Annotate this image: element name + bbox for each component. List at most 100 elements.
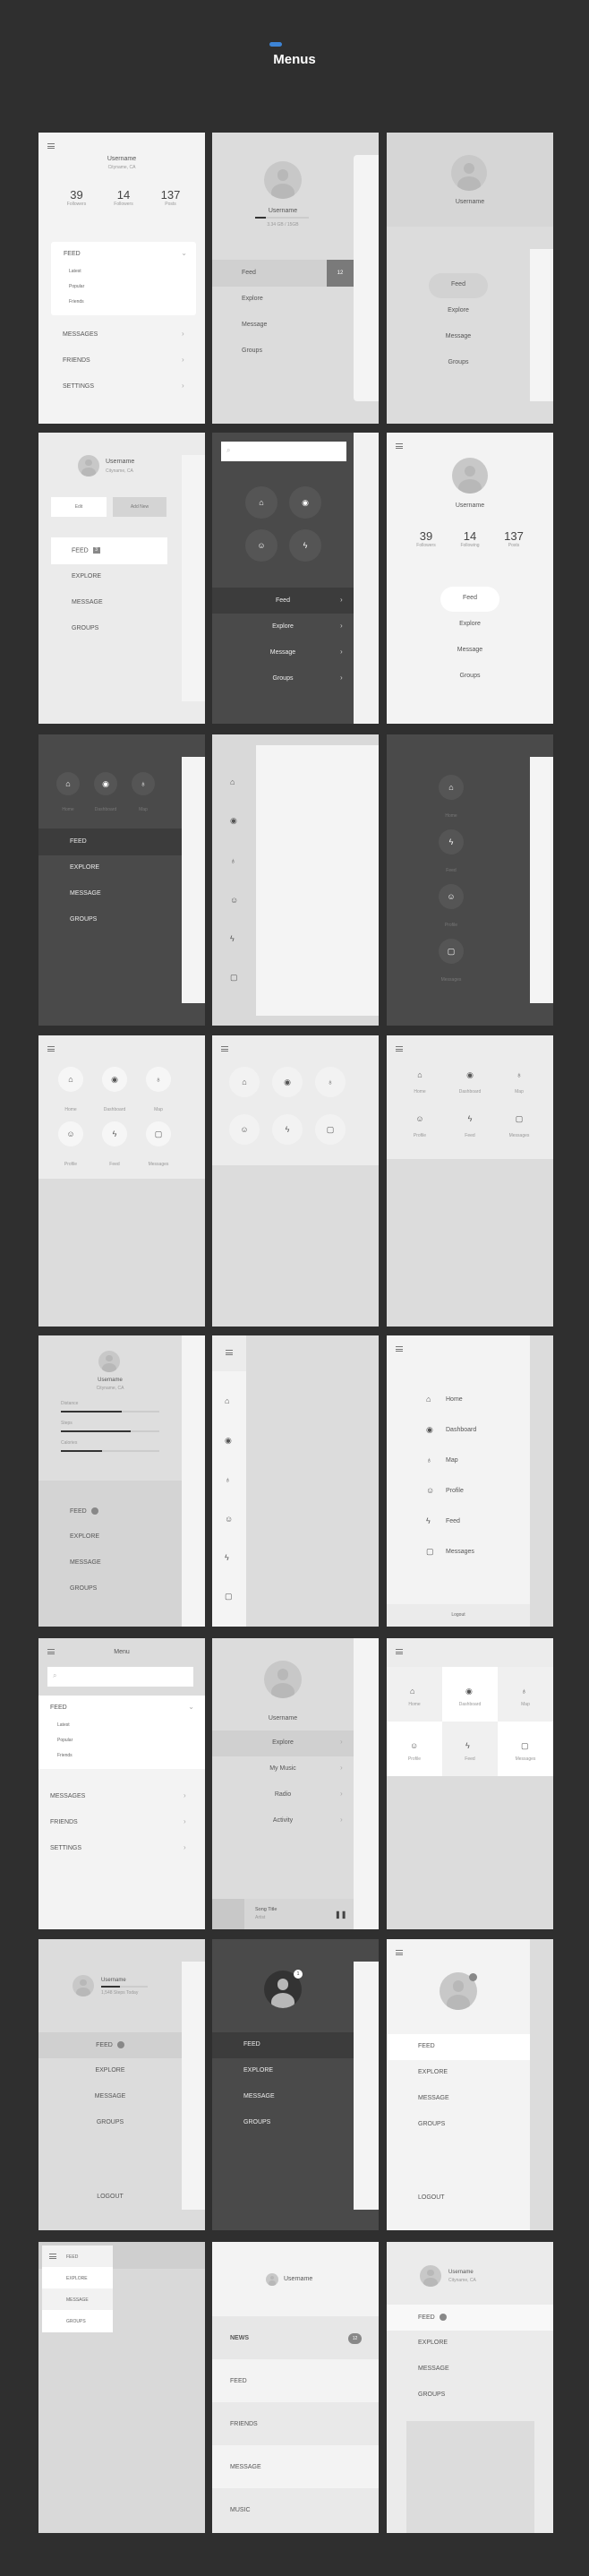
message-icon[interactable]: ▢ [513, 1115, 525, 1123]
menu-feed[interactable]: Feed [418, 2043, 435, 2049]
submenu-latest[interactable]: Latest [69, 269, 81, 274]
menu-explore[interactable]: Explore [387, 307, 530, 313]
menu-feed[interactable]: Feed [66, 2254, 78, 2260]
menu-feed[interactable]: Feed [70, 838, 87, 845]
lightning-icon[interactable]: ϟ [230, 935, 235, 943]
menu-explore[interactable]: Explore [418, 2069, 448, 2075]
map-button[interactable]: ♁ [132, 772, 155, 795]
hamburger-icon[interactable] [396, 1950, 403, 1955]
submenu-friends[interactable]: Friends [69, 299, 84, 305]
dashboard-button[interactable]: ◉ [272, 1067, 303, 1097]
message-icon[interactable]: ▢ [230, 974, 238, 982]
home-button[interactable]: ⌂ [245, 486, 277, 519]
hamburger-icon[interactable] [221, 1046, 228, 1052]
submenu-popular[interactable]: Popular [57, 1738, 73, 1743]
profile-icon[interactable]: ☺ [225, 1516, 233, 1524]
map-button[interactable]: ♁ [315, 1067, 346, 1097]
messages-button[interactable]: ▢ [315, 1114, 346, 1145]
menu-map[interactable]: Map [446, 1457, 458, 1464]
profile-icon[interactable]: ☺ [414, 1115, 426, 1123]
menu-messages[interactable]: MESSAGES [63, 331, 98, 338]
menu-groups[interactable]: Groups [70, 1585, 97, 1592]
menu-feed[interactable]: Feed [38, 2041, 182, 2048]
menu-explore[interactable]: Explore [387, 621, 553, 627]
dashboard-icon[interactable]: ◉ [230, 817, 237, 825]
hamburger-icon[interactable] [226, 1350, 233, 1355]
menu-explore[interactable]: Explore [243, 2067, 273, 2074]
menu-explore[interactable]: Explore [212, 623, 354, 630]
menu-friends[interactable]: FRIENDS [63, 357, 90, 364]
menu-message[interactable]: Message [70, 1559, 101, 1566]
menu-message[interactable]: Message [212, 649, 354, 656]
menu-feed[interactable]: Feed [387, 595, 553, 601]
dashboard-button[interactable]: ◉ [102, 1067, 127, 1092]
menu-groups[interactable]: Groups [243, 2119, 270, 2125]
menu-feed[interactable]: FEED 3 [72, 547, 100, 554]
menu-explore[interactable]: Explore [70, 1533, 99, 1540]
menu-explore[interactable]: EXPLORE [72, 573, 101, 580]
menu-groups[interactable]: Groups [242, 348, 262, 354]
hamburger-icon[interactable] [396, 1346, 403, 1352]
menu-dashboard[interactable]: Dashboard [446, 1427, 476, 1433]
menu-message[interactable]: Message [70, 890, 101, 897]
feed-accordion[interactable]: FEED ⌄ Latest Popular Friends [38, 1696, 205, 1769]
logout-button[interactable]: Logout [387, 1612, 530, 1618]
lightning-icon[interactable]: ϟ [225, 1554, 229, 1562]
profile-button[interactable]: ☺ [245, 529, 277, 562]
menu-feed[interactable]: Feed [418, 2314, 447, 2321]
menu-explore[interactable]: Explore [418, 2340, 448, 2346]
menu-feed[interactable]: Feed [243, 2041, 260, 2048]
dashboard-button[interactable]: ◉ [289, 486, 321, 519]
menu-home[interactable]: Home [446, 1396, 463, 1403]
pause-icon[interactable]: ❚❚ [335, 1911, 346, 1919]
menu-groups[interactable]: Groups [66, 2319, 86, 2324]
menu-explore[interactable]: Explore [242, 296, 263, 302]
menu-profile[interactable]: Profile [446, 1488, 464, 1494]
menu-groups[interactable]: Groups [418, 2121, 445, 2127]
profile-icon[interactable]: ☺ [230, 897, 238, 905]
menu-activity[interactable]: Activity [212, 1817, 354, 1824]
dashboard-button[interactable]: ◉ [94, 772, 117, 795]
menu-friends[interactable]: FRIENDS [50, 1819, 78, 1825]
menu-feed[interactable]: Feed [387, 281, 530, 288]
feed-button[interactable]: ϟ [289, 529, 321, 562]
feed-button[interactable]: ϟ [439, 829, 464, 854]
menu-explore[interactable]: Explore [212, 1739, 354, 1746]
menu-groups[interactable]: Groups [418, 2391, 445, 2398]
menu-message[interactable]: MESSAGE [72, 599, 103, 605]
home-button[interactable]: ⌂ [56, 772, 80, 795]
menu-settings[interactable]: SETTINGS [63, 383, 94, 390]
menu-groups[interactable]: Groups [38, 2119, 182, 2125]
messages-button[interactable]: ▢ [439, 939, 464, 964]
menu-groups[interactable]: Groups [70, 916, 97, 923]
home-icon[interactable]: ⌂ [414, 1071, 426, 1079]
menu-radio[interactable]: Radio [212, 1791, 354, 1798]
home-button[interactable]: ⌂ [229, 1067, 260, 1097]
menu-message[interactable]: Message [387, 333, 530, 339]
menu-explore[interactable]: Explore [66, 2276, 88, 2281]
menu-explore[interactable]: Explore [38, 2067, 182, 2074]
search-input[interactable]: ⌕ [221, 442, 346, 461]
menu-groups[interactable]: Groups [387, 359, 530, 365]
menu-message[interactable]: Message [38, 2093, 182, 2099]
menu-message[interactable]: Message [418, 2366, 449, 2372]
tile-feed[interactable] [442, 1722, 498, 1776]
menu-messages[interactable]: Messages [446, 1549, 474, 1555]
hamburger-icon[interactable] [47, 1046, 55, 1052]
profile-button[interactable]: ☺ [58, 1121, 83, 1146]
map-button[interactable]: ♁ [146, 1067, 171, 1092]
home-icon[interactable]: ⌂ [225, 1397, 229, 1405]
hamburger-icon[interactable] [47, 143, 55, 149]
logout-button[interactable]: LOGOUT [38, 2194, 182, 2200]
dashboard-icon[interactable]: ◉ [464, 1071, 476, 1079]
hamburger-icon[interactable] [396, 1649, 403, 1654]
menu-feed[interactable]: Feed [70, 1507, 98, 1515]
menu-message[interactable]: Message [243, 2093, 275, 2099]
map-pin-icon[interactable]: ♁ [230, 857, 236, 865]
profile-button[interactable]: ☺ [229, 1114, 260, 1145]
menu-groups[interactable]: Groups [387, 673, 553, 679]
submenu-popular[interactable]: Popular [69, 284, 84, 289]
submenu-friends[interactable]: Friends [57, 1753, 73, 1758]
hamburger-icon[interactable] [396, 443, 403, 449]
menu-settings[interactable]: SETTINGS [50, 1845, 81, 1851]
